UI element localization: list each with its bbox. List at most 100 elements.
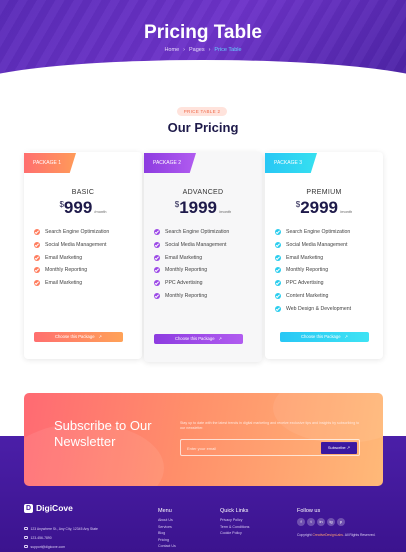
copyright-text: Copyright CreativeDesignLabs. All Rights… xyxy=(297,533,375,537)
feature-label: Web Design & Development xyxy=(286,305,352,312)
choose-package-button[interactable]: Choose this Package ↗ xyxy=(34,332,123,342)
feature-item: Email Marketing xyxy=(34,254,109,268)
footer-logo[interactable]: DigiCove xyxy=(24,503,73,513)
pinterest-icon[interactable]: p xyxy=(337,518,345,526)
currency-symbol: $ xyxy=(59,200,64,209)
feature-label: Search Engine Optimization xyxy=(286,229,351,235)
check-circle-icon xyxy=(275,305,281,312)
feature-label: Social Media Management xyxy=(286,241,348,248)
section-title: Our Pricing xyxy=(167,120,239,135)
price-period: /month xyxy=(94,209,107,214)
breadcrumb-separator: › xyxy=(208,47,211,53)
pricing-card-advanced: PACKAGE 2 ADVANCED $1999/month Search En… xyxy=(144,152,262,362)
footer-follow-title: Follow us xyxy=(297,508,321,514)
social-icons: f t in ig p xyxy=(297,518,375,526)
feature-item: Search Engine Optimization xyxy=(34,229,109,242)
address-line: 123 Anywhere St., Any City, 12345 Any St… xyxy=(24,524,98,533)
feature-label: Email Marketing xyxy=(165,254,203,261)
phone-line: 123-456-7890 xyxy=(24,533,98,542)
feature-list: Search Engine Optimization Social Media … xyxy=(154,229,229,306)
newsletter-banner: Subscribe to Our Newsletter Stay up to d… xyxy=(24,393,383,486)
section-badge: PRICE TABLE 2 xyxy=(177,107,227,116)
plan-name: ADVANCED xyxy=(182,189,224,196)
feature-label: Search Engine Optimization xyxy=(165,229,230,235)
feature-item: Monthly Reporting xyxy=(154,267,229,280)
breadcrumb-pages[interactable]: Pages xyxy=(189,47,205,53)
feature-item: Social Media Management xyxy=(275,241,351,255)
arrow-up-right-icon: ↗ xyxy=(98,334,103,339)
choose-package-button[interactable]: Choose this Package ↗ xyxy=(280,332,369,342)
check-circle-icon xyxy=(275,241,281,248)
choose-package-button[interactable]: Choose this Package ↗ xyxy=(154,334,243,344)
mail-icon xyxy=(24,544,28,549)
feature-item: Email Marketing xyxy=(275,254,351,268)
arrow-up-right-icon: ↗ xyxy=(218,336,223,341)
subscribe-button[interactable]: Subscribe ↗ xyxy=(321,442,357,454)
breadcrumb-separator: › xyxy=(183,47,185,53)
contact-info: 123 Anywhere St., Any City, 12345 Any St… xyxy=(24,524,98,551)
feature-item: Monthly Reporting xyxy=(34,267,109,280)
plan-name: PREMIUM xyxy=(306,189,342,196)
subscribe-label: Subscribe xyxy=(327,445,346,450)
feature-label: Social Media Management xyxy=(45,241,107,248)
email-text[interactable]: support@digicove.com xyxy=(31,545,66,549)
package-tag: PACKAGE 1 xyxy=(24,153,76,173)
hero-banner: Pricing Table Home › Pages › Price Table xyxy=(0,0,406,90)
phone-text[interactable]: 123-456-7890 xyxy=(31,536,52,540)
feature-label: Monthly Reporting xyxy=(165,267,208,274)
check-circle-icon xyxy=(275,267,281,274)
check-circle-icon xyxy=(34,280,40,287)
check-circle-icon xyxy=(275,280,281,287)
feature-item: Web Design & Development xyxy=(275,305,352,319)
feature-item: Monthly Reporting xyxy=(154,292,229,306)
feature-label: PPC Advertising xyxy=(165,280,203,287)
footer-link-cookie[interactable]: Cookie Policy xyxy=(220,531,249,538)
feature-label: PPC Advertising xyxy=(286,280,324,287)
button-label: Choose this Package xyxy=(174,336,215,341)
footer-link-contact[interactable]: Contact Us xyxy=(158,544,176,551)
linkedin-icon[interactable]: in xyxy=(317,518,325,526)
package-tag: PACKAGE 2 xyxy=(144,153,196,173)
price-period: /month xyxy=(219,209,232,214)
page-title: Pricing Table xyxy=(144,22,262,43)
check-circle-icon xyxy=(34,241,40,248)
facebook-icon[interactable]: f xyxy=(297,518,305,526)
email-line: support@digicove.com xyxy=(24,542,98,551)
footer-follow: Follow us f t in ig p Copyright Creative… xyxy=(297,508,375,537)
feature-label: Email Marketing xyxy=(286,254,324,261)
feature-label: Content Marketing xyxy=(286,292,329,299)
feature-label: Monthly Reporting xyxy=(45,267,88,274)
feature-label: Search Engine Optimization xyxy=(45,229,110,235)
check-circle-icon xyxy=(154,254,160,261)
newsletter-description: Stay up to date with the latest trends i… xyxy=(180,421,360,430)
price-amount: 1999 xyxy=(179,198,218,217)
check-circle-icon xyxy=(275,229,281,235)
plan-price: $2999/month xyxy=(265,198,383,218)
hero-curve xyxy=(0,60,406,90)
twitter-icon[interactable]: t xyxy=(307,518,315,526)
location-pin-icon xyxy=(24,526,28,531)
copyright-prefix: Copyright xyxy=(297,533,312,537)
currency-symbol: $ xyxy=(295,200,301,209)
breadcrumb-home[interactable]: Home xyxy=(164,47,179,53)
price-amount: 999 xyxy=(63,198,93,217)
email-input[interactable]: Enter your email xyxy=(187,440,216,457)
brand-name: DigiCove xyxy=(36,503,73,513)
check-circle-icon xyxy=(154,241,160,248)
feature-item: Search Engine Optimization xyxy=(154,229,229,242)
instagram-icon[interactable]: ig xyxy=(327,518,335,526)
check-circle-icon xyxy=(34,229,40,235)
currency-symbol: $ xyxy=(174,200,180,209)
feature-item: Social Media Management xyxy=(154,241,229,255)
check-circle-icon xyxy=(34,267,40,274)
plan-name: BASIC xyxy=(71,189,95,196)
copyright-brand-link[interactable]: CreativeDesignLabs xyxy=(312,533,343,537)
price-period: /month xyxy=(340,209,353,214)
feature-label: Monthly Reporting xyxy=(286,267,329,274)
feature-label: Email Marketing xyxy=(45,280,83,287)
check-circle-icon xyxy=(34,254,40,261)
breadcrumb-current: Price Table xyxy=(214,47,242,53)
arrow-up-right-icon: ↗ xyxy=(344,334,349,339)
newsletter-form: Enter your email Subscribe ↗ xyxy=(180,439,360,456)
feature-list: Search Engine Optimization Social Media … xyxy=(34,229,109,293)
